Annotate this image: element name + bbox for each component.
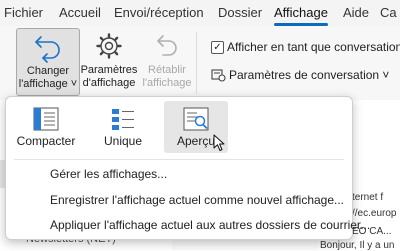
gear-icon xyxy=(96,33,122,59)
preview-view-icon xyxy=(183,107,209,131)
message-snippet: Bonjour, Il y a un xyxy=(320,240,395,251)
show-as-conversations-label: Afficher en tant que conversations xyxy=(227,40,400,54)
manage-views-command[interactable]: Gérer les affichages... xyxy=(50,167,167,181)
message-snippet: ternet f xyxy=(352,192,384,203)
menu-dossier[interactable]: Dossier xyxy=(218,5,262,20)
reset-view-button[interactable]: Rétablir l'affichage xyxy=(140,28,194,96)
change-view-dropdown: Compacter Unique Aperçu Gérer les affich… xyxy=(5,96,370,240)
dropdown-divider xyxy=(14,159,344,160)
checkmark-icon[interactable]: ✓ xyxy=(211,41,224,54)
view-settings-button[interactable]: Paramètres d'affichage xyxy=(80,28,138,96)
conversation-settings-icon xyxy=(211,69,226,82)
view-option-label: Compacter xyxy=(16,134,76,148)
conversation-settings-label: Paramètres de conversation ˅ xyxy=(229,68,390,82)
single-view-icon xyxy=(112,109,134,130)
menu-aide[interactable]: Aide xyxy=(343,5,369,20)
change-view-button[interactable]: Changer l'affichage ˅ xyxy=(16,28,80,96)
menu-accueil[interactable]: Accueil xyxy=(59,5,101,20)
mouse-cursor-icon xyxy=(213,134,225,151)
view-option-single[interactable]: Unique xyxy=(90,101,156,153)
ribbon-separator xyxy=(196,32,197,94)
view-settings-label: Paramètres d'affichage xyxy=(80,64,138,89)
change-view-label: Changer l'affichage ˅ xyxy=(18,65,78,90)
compact-view-icon xyxy=(33,107,59,131)
view-option-label: Unique xyxy=(103,134,143,148)
menu-fichier[interactable]: Fichier xyxy=(4,5,43,20)
reset-arrow-icon xyxy=(157,35,177,56)
reset-view-label: Rétablir l'affichage xyxy=(142,64,192,89)
menu-affichage[interactable]: Affichage xyxy=(274,5,328,26)
menu-bar: Fichier Accueil Envoi/réception Dossier … xyxy=(0,0,400,26)
save-view-command[interactable]: Enregistrer l'affichage actuel comme nou… xyxy=(50,193,344,207)
change-view-icon xyxy=(35,36,60,63)
menu-envoi-reception[interactable]: Envoi/réception xyxy=(114,5,204,20)
apply-view-command[interactable]: Appliquer l'affichage actuel aux autres … xyxy=(50,218,370,232)
view-option-compact[interactable]: Compacter xyxy=(10,101,82,153)
menu-ca-truncated[interactable]: Ca xyxy=(380,5,397,20)
